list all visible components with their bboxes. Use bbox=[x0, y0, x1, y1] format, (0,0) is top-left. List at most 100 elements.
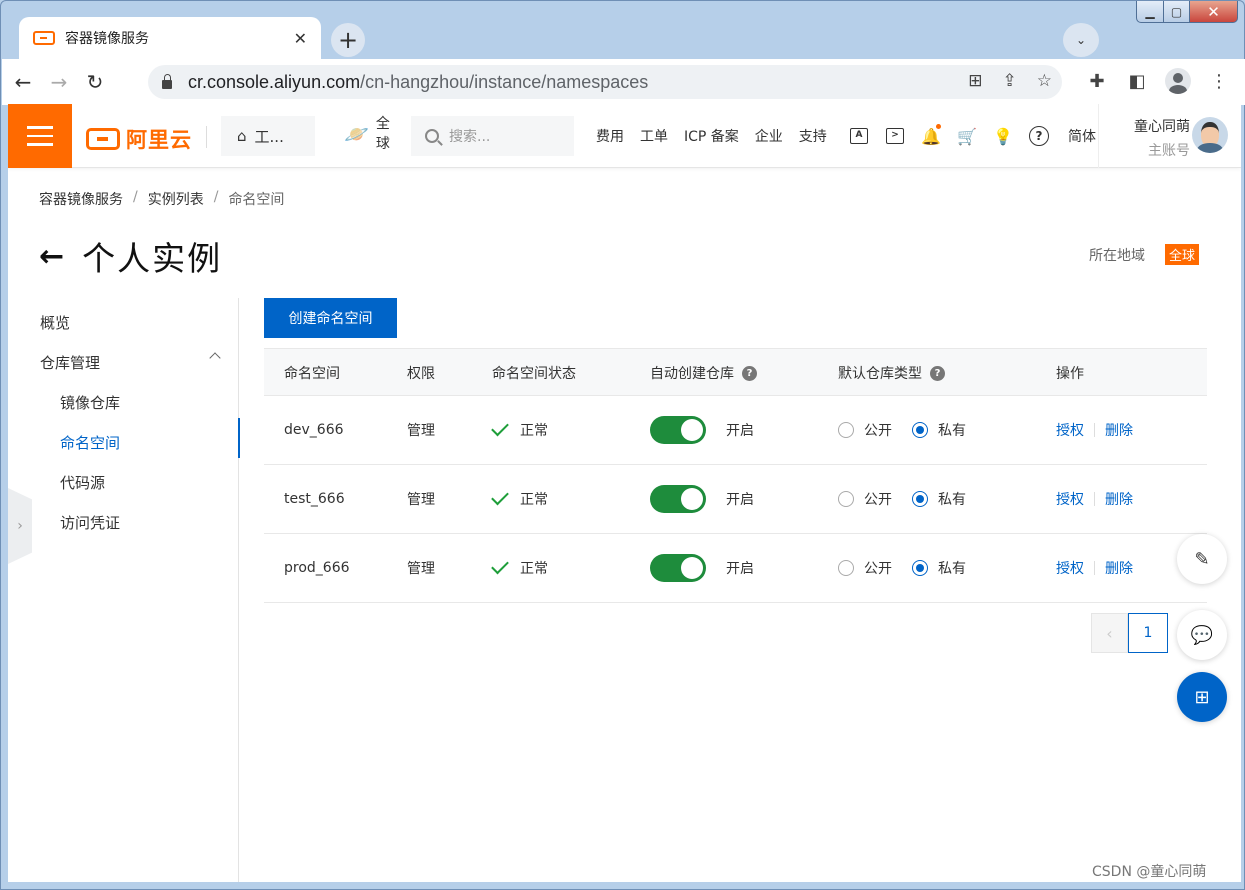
cart-icon[interactable]: 🛒 bbox=[956, 125, 978, 147]
radio-public[interactable] bbox=[838, 491, 854, 507]
radio-public-label[interactable]: 公开 bbox=[864, 489, 892, 509]
namespace-name: test_666 bbox=[284, 491, 345, 507]
sidebar-toggle[interactable]: › bbox=[8, 488, 32, 564]
radio-private[interactable] bbox=[912, 422, 928, 438]
translate-icon[interactable]: ⊞ bbox=[968, 71, 982, 91]
forward-button[interactable]: → bbox=[44, 67, 74, 97]
window-controls: ▁ ▢ ✕ bbox=[1136, 1, 1238, 23]
auto-create-toggle[interactable] bbox=[650, 416, 706, 444]
chevron-up-icon[interactable] bbox=[209, 352, 221, 364]
bell-icon[interactable]: 🔔 bbox=[920, 124, 942, 147]
user-menu[interactable]: 童心同萌 主账号 bbox=[1114, 116, 1190, 160]
radio-private-label[interactable]: 私有 bbox=[938, 420, 966, 440]
reload-button[interactable]: ↻ bbox=[80, 67, 110, 97]
sidebar-item-access-credentials[interactable]: 访问凭证 bbox=[60, 512, 120, 533]
auto-create-toggle[interactable] bbox=[650, 485, 706, 513]
side-panel-icon[interactable]: ◧ bbox=[1125, 67, 1149, 95]
namespace-name: prod_666 bbox=[284, 560, 350, 576]
divider bbox=[206, 126, 207, 148]
status-cell: 正常 bbox=[491, 465, 548, 533]
hamburger-menu-button[interactable] bbox=[8, 104, 72, 168]
url-host: cr.console.aliyun.com bbox=[188, 71, 361, 92]
nav-link-billing[interactable]: 费用 bbox=[596, 126, 624, 146]
region-selector[interactable]: 🪐 全球 bbox=[344, 114, 391, 154]
back-button[interactable]: ← bbox=[8, 67, 38, 97]
workbench-button[interactable]: ⌂ 工... bbox=[221, 116, 315, 156]
aliyun-favicon-icon bbox=[33, 31, 55, 45]
nav-link-support[interactable]: 支持 bbox=[799, 126, 827, 146]
radio-private[interactable] bbox=[912, 491, 928, 507]
aliyun-top-nav: 阿里云 ⌂ 工... 🪐 全球 搜索... 费用 工单 ICP 备案 企业 支持… bbox=[8, 104, 1241, 168]
planet-icon: 🪐 bbox=[344, 122, 369, 146]
profile-icon[interactable] bbox=[1165, 68, 1191, 94]
radio-public-label[interactable]: 公开 bbox=[864, 420, 892, 440]
divider bbox=[1094, 423, 1095, 437]
terminal-icon[interactable]: > bbox=[884, 125, 906, 147]
sidebar-active-row bbox=[8, 418, 240, 458]
browser-tab[interactable]: 容器镜像服务 ✕ bbox=[19, 17, 321, 59]
auto-create-toggle[interactable] bbox=[650, 554, 706, 582]
radio-private[interactable] bbox=[912, 560, 928, 576]
help-icon[interactable]: ? bbox=[742, 365, 757, 381]
tab-close-icon[interactable]: ✕ bbox=[294, 29, 307, 48]
extensions-puzzle-icon[interactable]: ✚ bbox=[1085, 67, 1109, 95]
new-tab-button[interactable]: + bbox=[331, 23, 365, 57]
toggle-label: 开启 bbox=[726, 423, 754, 439]
prev-page-button[interactable]: ‹ bbox=[1091, 613, 1128, 653]
nav-link-icp[interactable]: ICP 备案 bbox=[684, 126, 739, 146]
authorize-link[interactable]: 授权 bbox=[1056, 489, 1084, 509]
breadcrumb-item-instances[interactable]: 实例列表 bbox=[148, 189, 204, 209]
radio-private-label[interactable]: 私有 bbox=[938, 489, 966, 509]
permission-value: 管理 bbox=[407, 561, 435, 577]
minimize-button[interactable]: ▁ bbox=[1136, 1, 1164, 23]
sidebar-item-image-repos[interactable]: 镜像仓库 bbox=[60, 392, 120, 413]
column-header-actions: 操作 bbox=[1056, 366, 1084, 382]
delete-link[interactable]: 删除 bbox=[1105, 489, 1133, 509]
avatar[interactable] bbox=[1192, 117, 1228, 153]
bookmark-star-icon[interactable]: ☆ bbox=[1037, 71, 1052, 91]
toggle-label: 开启 bbox=[726, 561, 754, 577]
sidebar-item-overview[interactable]: 概览 bbox=[40, 312, 70, 333]
chat-button[interactable]: 💬 bbox=[1177, 610, 1227, 660]
search-input[interactable]: 搜索... bbox=[411, 116, 574, 156]
help-icon[interactable]: ? bbox=[930, 365, 945, 381]
feedback-edit-button[interactable]: ✎ bbox=[1177, 534, 1227, 584]
sidebar-item-repo-management[interactable]: 仓库管理 bbox=[40, 352, 100, 373]
edit-pen-icon: ✎ bbox=[1194, 548, 1210, 570]
region-selector-label: 全球 bbox=[375, 116, 390, 152]
help-icon[interactable]: ? bbox=[1028, 125, 1050, 147]
radio-private-label[interactable]: 私有 bbox=[938, 558, 966, 578]
radio-public[interactable] bbox=[838, 422, 854, 438]
column-header-status: 命名空间状态 bbox=[492, 366, 576, 382]
nav-link-enterprise[interactable]: 企业 bbox=[755, 126, 783, 146]
breadcrumb-item-service[interactable]: 容器镜像服务 bbox=[39, 189, 123, 209]
sidebar-item-code-source[interactable]: 代码源 bbox=[60, 472, 105, 493]
back-arrow-icon[interactable]: ← bbox=[39, 239, 64, 274]
aliyun-logo[interactable]: 阿里云 bbox=[86, 124, 192, 154]
create-namespace-button[interactable]: 创建命名空间 bbox=[264, 298, 397, 338]
share-icon[interactable]: ⇪ bbox=[1003, 71, 1017, 91]
authorize-link[interactable]: 授权 bbox=[1056, 558, 1084, 578]
sidebar-item-namespaces[interactable]: 命名空间 bbox=[60, 432, 120, 453]
delete-link[interactable]: 删除 bbox=[1105, 558, 1133, 578]
authorize-link[interactable]: 授权 bbox=[1056, 420, 1084, 440]
auto-create-label: 自动创建仓库 bbox=[650, 366, 734, 382]
region-badge: 全球 bbox=[1165, 244, 1200, 265]
tab-search-button[interactable]: ⌄ bbox=[1063, 23, 1099, 57]
radio-public[interactable] bbox=[838, 560, 854, 576]
chat-bubble-icon: 💬 bbox=[1190, 624, 1214, 646]
nav-link-tickets[interactable]: 工单 bbox=[640, 126, 668, 146]
app-icon[interactable]: A bbox=[848, 125, 870, 147]
maximize-button[interactable]: ▢ bbox=[1164, 1, 1190, 23]
language-switch[interactable]: 简体 bbox=[1068, 126, 1096, 146]
radio-public-label[interactable]: 公开 bbox=[864, 558, 892, 578]
address-bar[interactable]: cr.console.aliyun.com/cn-hangzhou/instan… bbox=[148, 65, 1062, 99]
apps-button[interactable]: ⊞ bbox=[1177, 672, 1227, 722]
page-number-button[interactable]: 1 bbox=[1128, 613, 1168, 653]
user-name: 童心同萌 bbox=[1134, 119, 1190, 135]
more-menu-icon[interactable]: ⋮ bbox=[1207, 67, 1231, 95]
lightbulb-icon[interactable]: 💡 bbox=[992, 125, 1014, 147]
close-window-button[interactable]: ✕ bbox=[1190, 1, 1238, 23]
breadcrumb: 容器镜像服务 / 实例列表 / 命名空间 bbox=[39, 189, 284, 209]
delete-link[interactable]: 删除 bbox=[1105, 420, 1133, 440]
